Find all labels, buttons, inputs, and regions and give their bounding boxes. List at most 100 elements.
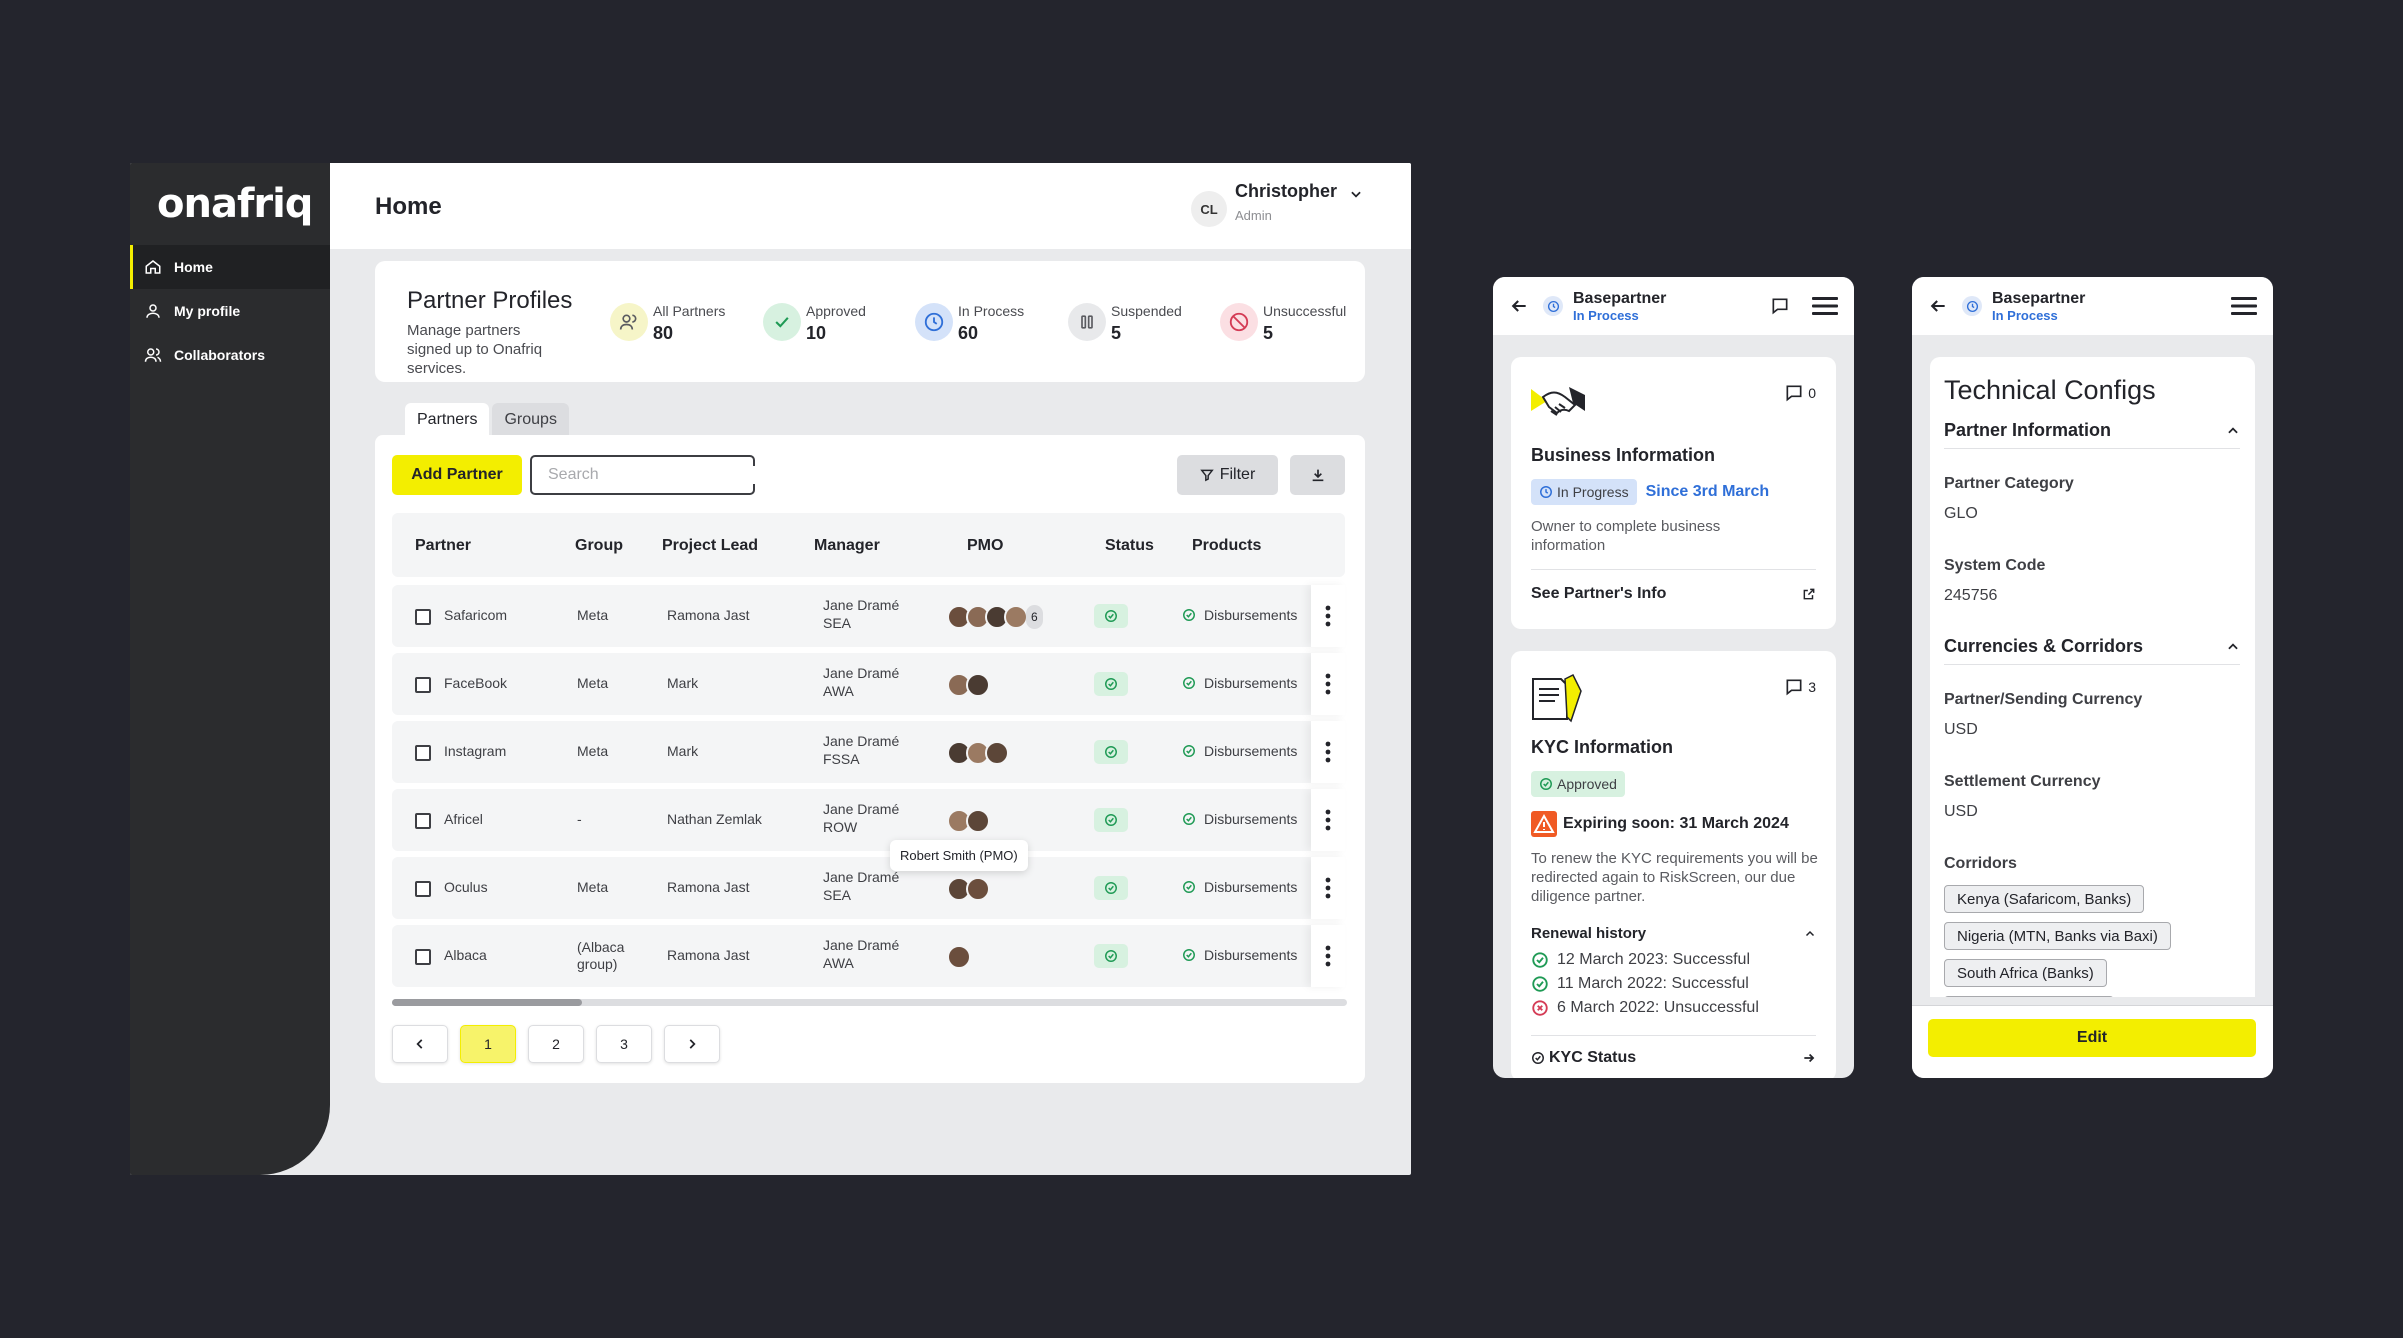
sidebar-item-my-profile[interactable]: My profile [130,289,330,333]
clock-icon [1540,486,1552,498]
edit-button[interactable]: Edit [1928,1019,2256,1057]
pmo-avatars[interactable] [947,945,971,969]
menu-icon[interactable] [1812,295,1838,317]
table-row[interactable]: Albaca (Albaca group) Ramona Jast Jane Dram… [392,925,1345,987]
filter-button[interactable]: Filter [1177,455,1278,495]
stat-value: 5 [1263,323,1274,343]
chat-icon[interactable] [1770,296,1790,316]
sidebar-nav: Home My profile Collaborators [130,245,330,377]
comments-count-value: 0 [1808,385,1816,401]
add-partner-button[interactable]: Add Partner [392,455,522,495]
user-menu[interactable]: CL Christopher Admin [1190,181,1363,227]
avatar[interactable] [985,741,1009,765]
row-actions-button[interactable] [1311,925,1345,987]
next-page-button[interactable] [664,1025,720,1063]
cell-partner: Safaricom [444,607,508,623]
table-row[interactable]: Instagram Meta Mark Jane Dramé FSSA Disbursem… [392,721,1345,783]
row-actions-button[interactable] [1311,721,1345,783]
partner-information-section-toggle[interactable]: Partner Information [1944,413,2240,449]
page-3-button[interactable]: 3 [596,1025,652,1063]
mobile-technical-configs: Basepartner In Process Technical Configs… [1912,277,2273,1078]
check-circle-icon [1540,778,1552,790]
stat-label: All Partners [653,303,726,319]
menu-icon[interactable] [2231,295,2257,317]
product-label: Disbursements [1204,743,1298,759]
cell-region: AWA [823,955,854,971]
sidebar-item-home[interactable]: Home [130,245,330,289]
row-checkbox[interactable] [415,745,431,761]
row-actions-button[interactable] [1311,857,1345,919]
row-actions-button[interactable] [1311,653,1345,715]
row-checkbox[interactable] [415,609,431,625]
avatar[interactable] [947,945,971,969]
avatar[interactable] [966,809,990,833]
row-checkbox[interactable] [415,881,431,897]
cell-group: Meta [577,743,609,759]
col-partner[interactable]: Partner [415,537,471,555]
sidebar-item-label: My profile [174,303,241,319]
cell-products: Disbursements [1182,743,1297,759]
row-checkbox[interactable] [415,813,431,829]
row-actions-button[interactable] [1311,789,1345,851]
row-actions-button[interactable] [1311,585,1345,647]
business-status-row: In Progress Since 3rd March [1531,479,1769,505]
sidebar-item-collaborators[interactable]: Collaborators [130,333,330,377]
col-project-lead[interactable]: Project Lead [662,537,758,555]
row-checkbox[interactable] [415,677,431,693]
col-pmo[interactable]: PMO [967,537,1003,555]
back-arrow-icon[interactable] [1928,296,1948,316]
tab-groups[interactable]: Groups [492,403,569,437]
cell-group: Meta [577,675,609,691]
download-button[interactable] [1290,455,1345,495]
table-row[interactable]: FaceBook Meta Mark Jane Dramé AWA Disbursemen… [392,653,1345,715]
pmo-avatars[interactable]: 6 [947,605,1043,629]
pmo-avatars[interactable] [947,877,990,901]
chevron-down-icon[interactable] [1349,187,1363,201]
mobile-header: Basepartner In Process [1493,277,1854,335]
scrollbar-thumb[interactable] [392,999,582,1006]
col-manager[interactable]: Manager [814,537,880,555]
tab-partners[interactable]: Partners [405,403,490,437]
pmo-avatars[interactable] [947,673,990,697]
sending-currency-value: USD [1944,721,1978,738]
renewal-history-toggle[interactable]: Renewal history [1531,925,1816,942]
table-row[interactable]: Africel - Nathan Zemlak Jane Dramé ROW Disbur… [392,789,1345,851]
profiles-title: Partner Profiles [407,287,573,314]
avatar[interactable] [966,673,990,697]
cell-partner: FaceBook [444,675,508,691]
sidebar: onafriq Home My profile Collaborators [130,163,330,1175]
comments-count[interactable]: 0 [1784,383,1816,403]
col-products[interactable]: Products [1192,537,1261,555]
avatar[interactable] [966,877,990,901]
row-checkbox[interactable] [415,949,431,965]
mobile-header: Basepartner In Process [1912,277,2273,335]
pmo-avatars[interactable] [947,809,990,833]
pmo-more-count[interactable]: 6 [1026,605,1043,629]
currencies-corridors-section-toggle[interactable]: Currencies & Corridors [1944,629,2240,665]
back-arrow-icon[interactable] [1509,296,1529,316]
comments-count-value: 3 [1808,679,1816,695]
see-partner-info-link[interactable]: See Partner's Info [1531,585,1816,603]
filter-icon [1199,469,1214,482]
kyc-status-link[interactable]: KYC Status [1531,1049,1816,1067]
comments-count[interactable]: 3 [1784,677,1816,697]
stat-label: In Process [958,303,1025,319]
table-row[interactable]: Safaricom Meta Ramona Jast Jane Dramé SEA 6 Di… [392,585,1345,647]
section-title: Partner Information [1944,420,2112,440]
check-icon [763,303,801,341]
pmo-avatars[interactable] [947,741,1009,765]
col-group[interactable]: Group [575,537,623,555]
pmo-tooltip: Robert Smith (PMO) [890,840,1028,871]
horizontal-scrollbar[interactable] [392,999,1347,1006]
table-row[interactable]: Oculus Meta Ramona Jast Jane Dramé SEA Disbur… [392,857,1345,919]
avatar[interactable] [1004,605,1028,629]
prev-page-button[interactable] [392,1025,448,1063]
search-box[interactable] [530,455,755,495]
partners-table-card: Add Partner Filter Partner Group Project… [375,435,1365,1083]
search-input[interactable] [548,466,755,484]
page-1-button[interactable]: 1 [460,1025,516,1063]
page-2-button[interactable]: 2 [528,1025,584,1063]
product-label: Disbursements [1204,675,1298,691]
col-status[interactable]: Status [1105,537,1154,555]
cell-region: ROW [823,819,858,835]
